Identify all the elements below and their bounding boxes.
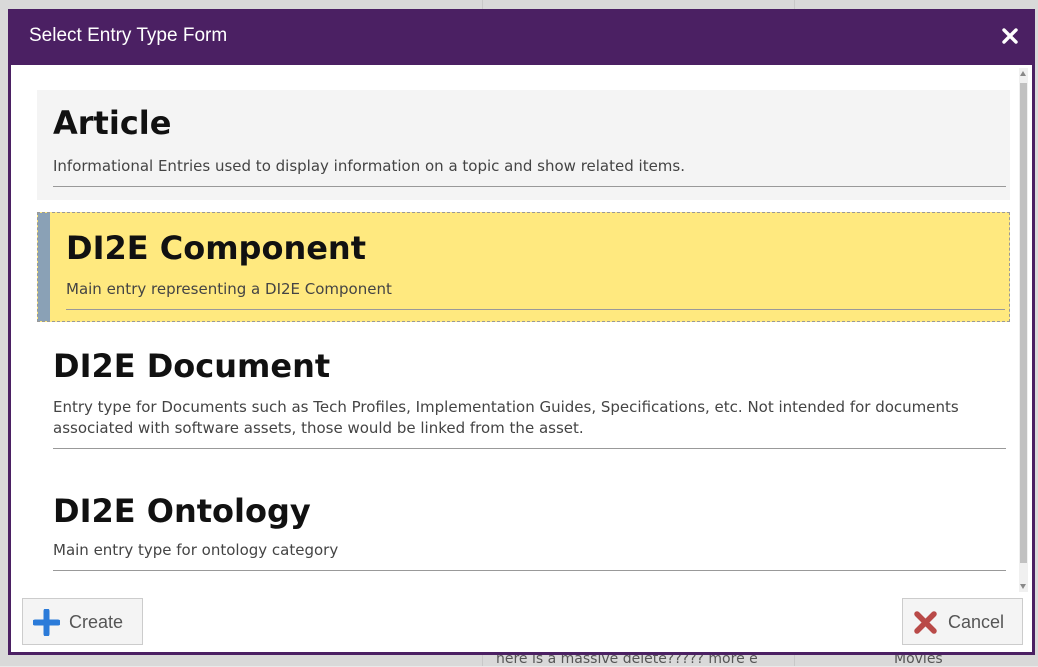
selected-indicator bbox=[38, 213, 50, 321]
entry-divider bbox=[53, 570, 1006, 571]
create-button-label: Create bbox=[69, 612, 124, 632]
close-icon bbox=[1002, 28, 1018, 44]
scrollbar-thumb[interactable] bbox=[1020, 83, 1027, 563]
scroll-up-arrow-icon[interactable] bbox=[1020, 71, 1026, 76]
x-icon bbox=[914, 611, 937, 634]
entry-description: Main entry representing a DI2E Component bbox=[66, 280, 392, 298]
entry-divider bbox=[53, 448, 1006, 449]
entry-title: DI2E Document bbox=[53, 347, 331, 385]
scroll-down-arrow-icon[interactable] bbox=[1020, 584, 1026, 589]
close-button[interactable] bbox=[999, 25, 1021, 47]
entry-type-di2e-document[interactable]: DI2E Document Entry type for Documents s… bbox=[37, 335, 1010, 455]
entry-type-di2e-component[interactable]: DI2E Component Main entry representing a… bbox=[37, 212, 1010, 322]
entry-description: Entry type for Documents such as Tech Pr… bbox=[53, 398, 959, 437]
dialog-header: Select Entry Type Form bbox=[8, 9, 1035, 65]
cancel-button-label: Cancel bbox=[948, 612, 1005, 632]
entry-description: Main entry type for ontology category bbox=[53, 541, 339, 559]
entry-divider bbox=[66, 309, 1005, 310]
entry-type-article[interactable]: Article Informational Entries used to di… bbox=[37, 90, 1010, 200]
dialog-title: Select Entry Type Form bbox=[29, 25, 228, 46]
create-button[interactable]: Create bbox=[22, 598, 143, 645]
select-entry-type-dialog: Select Entry Type Form Article Informati… bbox=[8, 9, 1035, 655]
entry-title: DI2E Component bbox=[66, 229, 366, 267]
plus-icon bbox=[33, 609, 60, 636]
entry-description: Informational Entries used to display in… bbox=[53, 157, 685, 175]
entry-title: Article bbox=[53, 104, 172, 142]
dialog-footer: Create Cancel bbox=[11, 592, 1032, 652]
cancel-button[interactable]: Cancel bbox=[902, 598, 1023, 645]
entry-title: DI2E Ontology bbox=[53, 492, 311, 530]
entry-divider bbox=[53, 186, 1006, 187]
entry-type-list: Article Informational Entries used to di… bbox=[11, 65, 1032, 592]
list-scrollbar[interactable] bbox=[1019, 68, 1028, 592]
entry-type-di2e-ontology[interactable]: DI2E Ontology Main entry type for ontolo… bbox=[37, 478, 1010, 586]
